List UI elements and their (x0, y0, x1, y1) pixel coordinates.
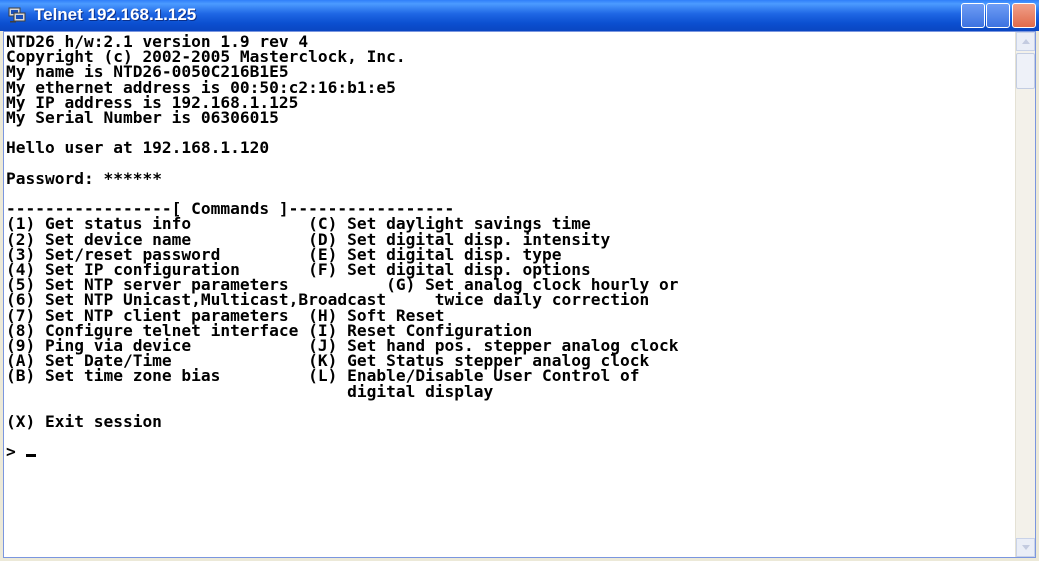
console-area[interactable]: NTD26 h/w:2.1 version 1.9 rev 4 Copyrigh… (3, 31, 1036, 558)
telnet-window: Telnet 192.168.1.125 NTD26 h/w:2.1 versi… (0, 0, 1039, 561)
terminal-screen[interactable]: NTD26 h/w:2.1 version 1.9 rev 4 Copyrigh… (4, 32, 1017, 557)
scroll-down-button[interactable] (1016, 538, 1035, 557)
window-title: Telnet 192.168.1.125 (34, 5, 197, 24)
exit-option: (X) Exit session (6, 412, 162, 432)
command-line: digital display (6, 381, 494, 401)
title-bar[interactable]: Telnet 192.168.1.125 (0, 0, 1039, 31)
close-icon[interactable] (1012, 3, 1036, 28)
maximize-icon[interactable] (986, 3, 1010, 28)
text-cursor (25, 454, 36, 458)
password-label: Password: (6, 168, 94, 188)
arrow-up-icon (1022, 39, 1030, 44)
telnet-computer-icon (8, 7, 26, 23)
prompt: > (6, 442, 26, 462)
terminal-text: NTD26 h/w:2.1 version 1.9 rev 4 Copyrigh… (6, 33, 678, 462)
scroll-up-button[interactable] (1016, 32, 1035, 51)
password-mask: ****** (103, 168, 162, 188)
greeting-line: Hello user at 192.168.1.120 (6, 138, 270, 158)
scroll-thumb[interactable] (1016, 53, 1035, 89)
arrow-down-icon (1022, 545, 1030, 550)
minimize-icon[interactable] (961, 3, 985, 28)
vertical-scrollbar[interactable] (1015, 32, 1035, 557)
banner-line: My Serial Number is 06306015 (6, 108, 279, 128)
